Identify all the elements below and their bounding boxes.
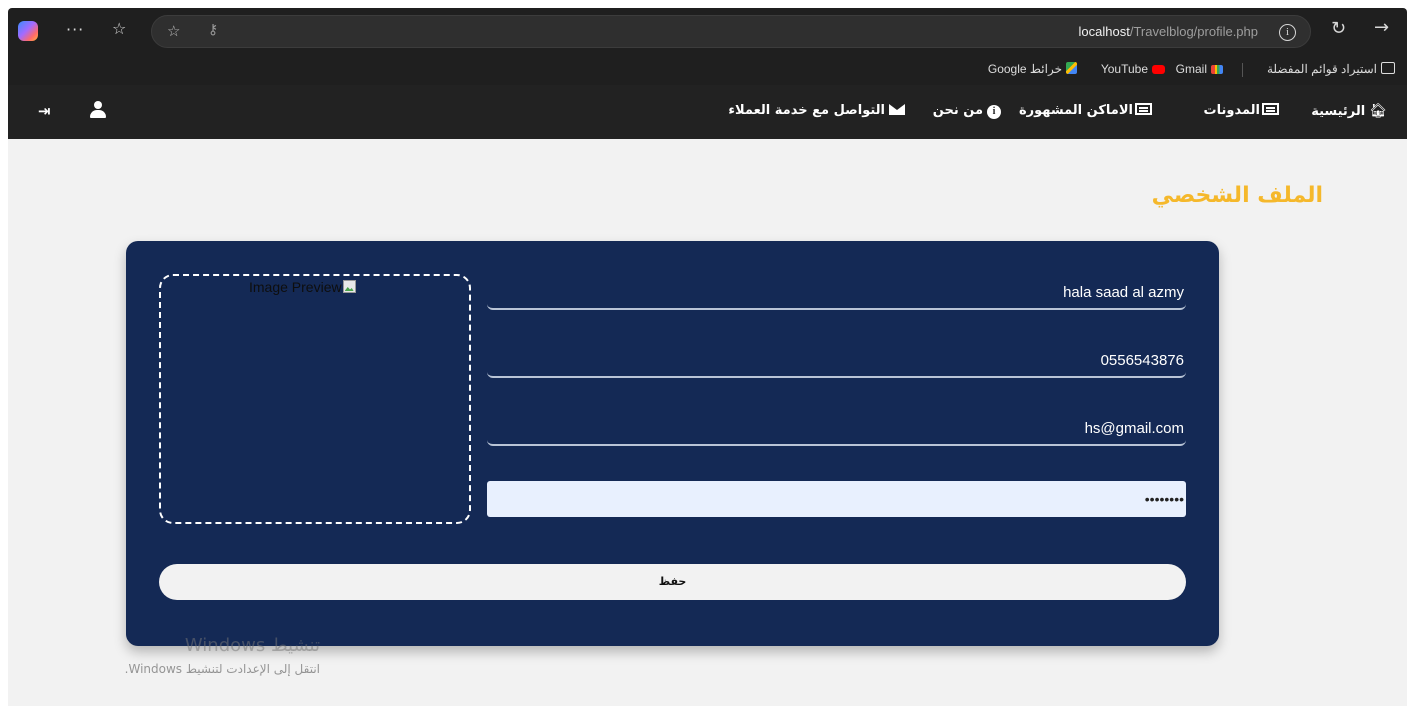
add-favorite-icon[interactable]: ☆: [167, 22, 180, 40]
phone-field-wrapper: [487, 344, 1186, 378]
watermark-subtitle: انتقل إلى الإعدادت لتنشيط Windows.: [124, 662, 320, 676]
profile-form-card: Image Preview حفظ: [126, 241, 1219, 646]
email-field-wrapper: [487, 412, 1186, 446]
save-button[interactable]: حفظ: [159, 564, 1186, 600]
email-field[interactable]: [487, 412, 1186, 444]
info-icon: i: [987, 105, 1001, 119]
user-profile-icon[interactable]: [90, 101, 106, 119]
maps-icon: [1066, 62, 1077, 74]
password-field[interactable]: [487, 481, 1186, 517]
home-icon: 🏠︎: [1369, 103, 1387, 119]
logout-icon[interactable]: ⇥: [38, 102, 51, 120]
more-options-icon[interactable]: ···: [66, 20, 84, 39]
nav-famous-places[interactable]: الاماكن المشهورة: [1019, 103, 1152, 118]
forward-arrow-icon[interactable]: →: [1374, 17, 1389, 38]
window-edge-right: [1407, 0, 1413, 706]
watermark-title: تنشيط Windows: [184, 635, 320, 656]
page-content: الملف الشخصي Image Preview حفظ تنشيط Win…: [8, 139, 1407, 706]
copilot-icon[interactable]: [18, 21, 38, 41]
bookmark-gmail[interactable]: Gmail: [1176, 62, 1223, 76]
nav-blogs[interactable]: المدونات: [1204, 103, 1279, 118]
envelope-icon: [889, 104, 905, 115]
site-navbar: 🏠︎الرئيسية المدونات الاماكن المشهورة iمن…: [8, 85, 1407, 139]
youtube-icon: [1152, 65, 1165, 74]
site-info-icon[interactable]: i: [1279, 24, 1296, 41]
nav-contact-support[interactable]: التواصل مع خدمة العملاء: [728, 103, 905, 118]
address-url[interactable]: localhost/Travelblog/profile.php: [1079, 24, 1258, 39]
bookmark-google-maps[interactable]: خرائط Google: [988, 62, 1077, 76]
user-icon-body: [90, 110, 106, 118]
password-field-wrapper: [487, 481, 1186, 517]
image-preview-box[interactable]: Image Preview: [159, 274, 471, 524]
folder-icon: [1381, 62, 1395, 74]
name-field[interactable]: [487, 276, 1186, 308]
phone-field[interactable]: [487, 344, 1186, 376]
reload-icon[interactable]: ↻: [1331, 18, 1346, 39]
nav-about-us[interactable]: iمن نحن: [933, 103, 1001, 119]
browser-toolbar: ··· ☆ ☆ ⚷ localhost/Travelblog/profile.p…: [8, 8, 1407, 55]
address-bar[interactable]: ☆ ⚷ localhost/Travelblog/profile.php i: [151, 15, 1311, 48]
user-icon-head: [94, 101, 102, 109]
newspaper-icon: [1262, 103, 1279, 115]
bookmark-youtube[interactable]: YouTube: [1101, 62, 1165, 76]
name-field-wrapper: [487, 276, 1186, 310]
page-title: الملف الشخصي: [1151, 183, 1323, 208]
window-edge-left: [0, 0, 8, 706]
windows-activation-watermark: تنشيط Windows انتقل إلى الإعدادت لتنشيط …: [60, 635, 320, 676]
bookmarks-divider: [1242, 63, 1243, 77]
broken-image-icon: [342, 280, 356, 293]
password-key-icon[interactable]: ⚷: [208, 22, 218, 38]
bookmarks-bar: استيراد قوائم المفضلة Gmail YouTube خرائ…: [8, 55, 1407, 85]
bookmark-import-favorites[interactable]: استيراد قوائم المفضلة: [1267, 62, 1395, 76]
gmail-icon: [1211, 65, 1223, 74]
nav-home[interactable]: 🏠︎الرئيسية: [1311, 103, 1387, 119]
image-preview-alt: Image Preview: [249, 279, 356, 295]
favorites-icon[interactable]: ☆: [112, 19, 126, 38]
newspaper-icon: [1135, 103, 1152, 115]
